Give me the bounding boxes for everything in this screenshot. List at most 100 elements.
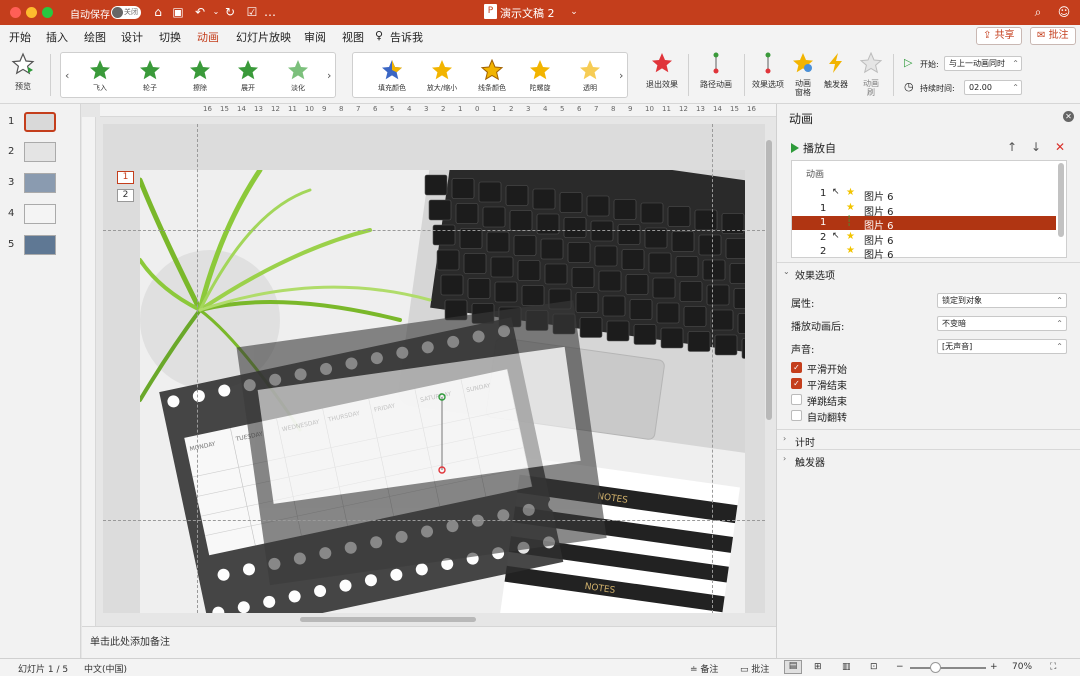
ruler-number: 11 — [662, 105, 671, 113]
zoom-window-button[interactable] — [42, 7, 53, 18]
horizontal-guide[interactable] — [103, 520, 765, 521]
tab-animations[interactable]: 动画 — [197, 29, 219, 49]
exit-effects-button[interactable]: 退出效果 — [640, 52, 684, 90]
animation-order-tag[interactable]: 2 — [117, 189, 134, 202]
tab-draw[interactable]: 绘图 — [84, 29, 106, 45]
slide-sorter-icon[interactable]: ⊞ — [814, 662, 822, 672]
zoom-slider-track[interactable] — [910, 667, 986, 669]
photo-illustration: NOTES NOTES MONDAY — [140, 170, 745, 613]
home-icon[interactable]: ⌂ — [150, 4, 166, 20]
effect-split[interactable]: 展开 — [225, 55, 271, 97]
effect-options-button[interactable]: 效果选项 — [748, 52, 788, 90]
path-animation-button[interactable]: 路径动画 — [694, 52, 738, 90]
search-icon[interactable]: ⌕ — [1030, 4, 1046, 20]
click-trigger-icon: ↖ — [832, 187, 840, 197]
zoom-out-icon[interactable]: − — [896, 662, 904, 672]
tab-review[interactable]: 审阅 — [304, 29, 326, 45]
animation-painter-button[interactable]: 动画刷 — [856, 51, 886, 97]
reading-view-icon[interactable]: ▥ — [842, 662, 851, 672]
gold-star-icon — [530, 60, 550, 80]
duration-stepper[interactable]: 02.00 — [964, 80, 1022, 95]
zoom-level[interactable]: 70% — [1012, 662, 1032, 672]
close-icon[interactable]: ✕ — [1063, 111, 1074, 122]
timing-section-header[interactable]: › 计时 — [777, 429, 1080, 449]
preview-label: 预览 — [15, 82, 31, 91]
comments-button[interactable]: ✉ 批注 — [1030, 27, 1076, 45]
vertical-guide[interactable] — [712, 124, 713, 613]
horizontal-guide[interactable] — [103, 230, 765, 231]
share-button[interactable]: ⇪ 共享 — [976, 27, 1022, 45]
autosave-toggle[interactable]: 关闭 — [111, 6, 141, 19]
normal-view-icon[interactable]: ▤ — [784, 660, 802, 674]
sound-select[interactable]: [无声音] — [937, 339, 1067, 354]
minimize-window-button[interactable] — [26, 7, 37, 18]
slide-canvas[interactable]: NOTES NOTES MONDAY — [103, 124, 765, 613]
animation-list-item-selected[interactable]: 1 ┆ 图片 6 — [792, 216, 1056, 232]
tell-me-search[interactable]: 告诉我 — [390, 29, 423, 45]
language-indicator[interactable]: 中文(中国) — [84, 662, 127, 675]
effect-options-section-header[interactable]: ⌄ 效果选项 — [777, 262, 1080, 282]
tab-slideshow[interactable]: 幻灯片放映 — [236, 29, 291, 45]
trigger-button[interactable]: 触发器 — [820, 52, 852, 90]
effect-label: 擦除 — [193, 84, 207, 92]
preview-button[interactable]: 预览 — [8, 52, 38, 92]
tab-transitions[interactable]: 切换 — [159, 29, 181, 45]
effect-transparency[interactable]: 透明 — [567, 55, 613, 97]
horizontal-scrollbar[interactable] — [300, 617, 476, 622]
effect-line-color[interactable]: 线条颜色 — [469, 55, 515, 97]
start-select[interactable]: 与上一动画同时 — [944, 56, 1022, 71]
animation-list-item[interactable]: 2 ↖ ★ 图片 6 — [792, 231, 1056, 247]
fit-slide-icon[interactable]: ⛶ — [1050, 662, 1056, 672]
effect-wipe[interactable]: 擦除 — [177, 55, 223, 97]
save-icon[interactable]: ▣ — [170, 4, 186, 20]
feedback-smile-icon[interactable]: ☺ — [1056, 4, 1072, 20]
checkbox-checked-icon: ✓ — [791, 362, 802, 373]
ruler-number: 12 — [271, 105, 280, 113]
tab-design[interactable]: 设计 — [121, 29, 143, 45]
move-down-icon[interactable]: ↓ — [1031, 140, 1041, 154]
effect-wheel[interactable]: 轮子 — [127, 55, 173, 97]
animation-order-tag[interactable]: 1 — [117, 171, 134, 184]
redo-icon[interactable]: ↻ — [222, 4, 238, 20]
effect-spin[interactable]: 陀螺旋 — [517, 55, 563, 97]
tab-home[interactable]: 开始 — [9, 29, 31, 45]
close-window-button[interactable] — [10, 7, 21, 18]
customize-icon[interactable]: ☑ — [244, 4, 260, 20]
property-select[interactable]: 锁定到对象 — [937, 293, 1067, 308]
effect-fade[interactable]: 淡化 — [275, 55, 321, 97]
slideshow-icon[interactable]: ⊡ — [870, 662, 878, 672]
slide-number: 2 — [8, 146, 15, 157]
notes-pane[interactable]: 单击此处添加备注 — [82, 626, 776, 658]
animation-pane-button[interactable]: 动画 窗格 — [790, 52, 816, 97]
trigger-section-header[interactable]: › 触发器 — [777, 449, 1080, 469]
gallery-prev-icon[interactable]: ‹ — [65, 69, 69, 82]
play-from-button[interactable]: 播放自 — [791, 140, 836, 156]
delete-icon[interactable]: ✕ — [1055, 140, 1065, 154]
notes-toggle[interactable]: ≐ 备注 — [690, 662, 718, 675]
tab-insert[interactable]: 插入 — [46, 29, 68, 45]
vertical-guide[interactable] — [197, 124, 198, 613]
notes-placeholder[interactable]: 单击此处添加备注 — [90, 633, 170, 648]
animation-list-item[interactable]: 2 ★ 图片 6 — [792, 245, 1056, 261]
animation-list-item[interactable]: 1 ↖ ★ 图片 6 — [792, 187, 1056, 203]
gallery-next-icon[interactable]: › — [327, 69, 331, 82]
undo-icon[interactable]: ↶ — [192, 4, 208, 20]
effect-fly-in[interactable]: 飞入 — [77, 55, 123, 97]
zoom-in-icon[interactable]: + — [990, 662, 998, 672]
move-up-icon[interactable]: ↑ — [1007, 140, 1017, 154]
gallery-next-icon[interactable]: › — [619, 69, 623, 82]
effect-grow-shrink[interactable]: 放大/缩小 — [419, 55, 465, 97]
tab-view[interactable]: 视图 — [342, 29, 364, 45]
more-icon[interactable]: … — [262, 4, 278, 20]
after-animation-select[interactable]: 不变暗 — [937, 316, 1067, 331]
comments-toggle[interactable]: ▭ 批注 — [740, 662, 769, 675]
effect-fill-color[interactable]: 填充颜色 — [369, 55, 415, 97]
vertical-scrollbar[interactable] — [766, 140, 772, 420]
slide-photo[interactable]: NOTES NOTES MONDAY — [140, 170, 745, 613]
zoom-slider-handle[interactable] — [930, 662, 941, 673]
document-title[interactable]: 演示文稿 2 — [500, 5, 555, 21]
animation-list-item[interactable]: 1 ★ 图片 6 — [792, 202, 1056, 218]
title-dropdown-icon[interactable]: ⌄ — [566, 4, 582, 20]
keyboard-key — [575, 292, 599, 313]
animation-list-scrollbar[interactable] — [1058, 163, 1064, 237]
